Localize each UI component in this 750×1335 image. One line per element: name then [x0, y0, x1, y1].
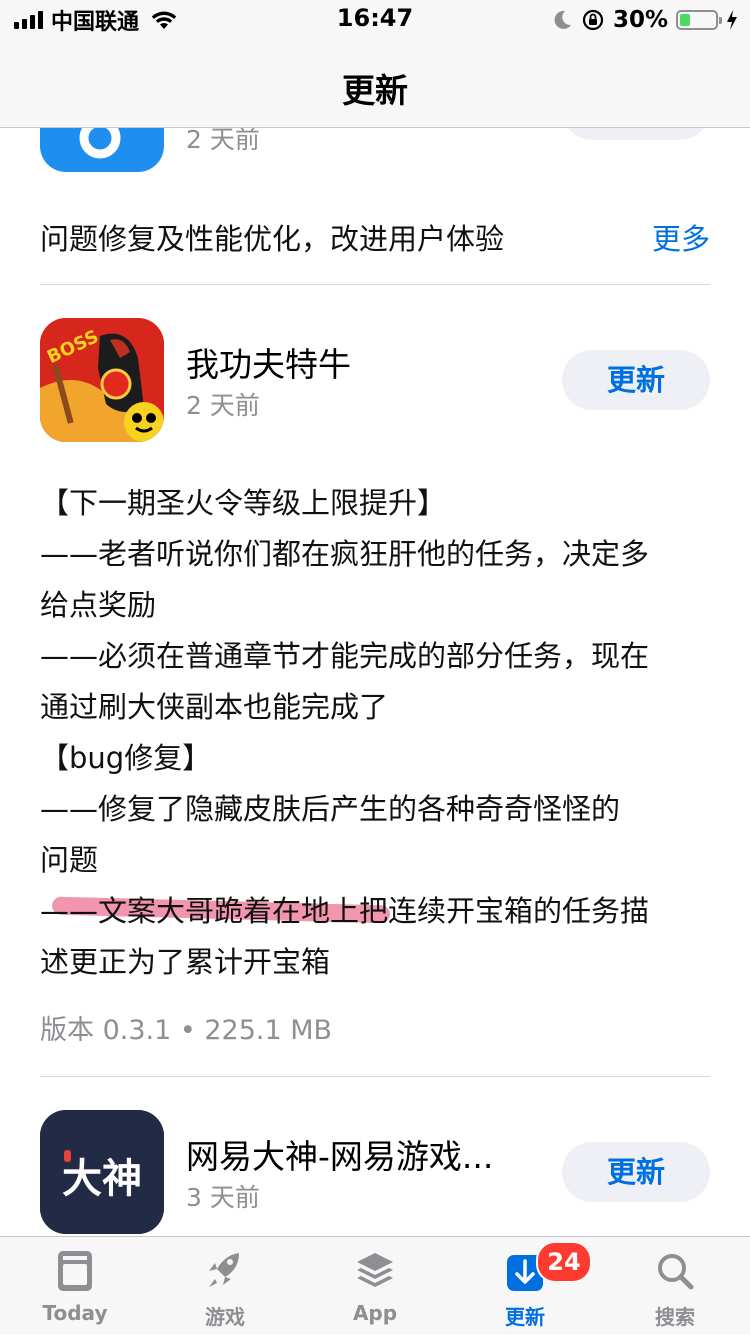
- release-note-line: 通过刷大侠副本也能完成了: [40, 690, 389, 724]
- navigation-bar: 更新: [0, 40, 750, 128]
- app-date: 2 天前: [186, 128, 260, 154]
- tab-label: 游戏: [205, 1305, 245, 1329]
- app-date: 2 天前: [186, 391, 260, 420]
- tab-label: 更新: [505, 1305, 545, 1329]
- rocket-icon: [209, 1253, 239, 1287]
- release-note-line: 问题: [40, 843, 99, 877]
- release-notes-preview: 问题修复及性能优化，改进用户体验: [40, 222, 505, 256]
- version-info: 版本 0.3.1 • 225.1 MB: [40, 1015, 333, 1046]
- update-button[interactable]: 更新: [562, 350, 710, 410]
- app-icon-dashen[interactable]: 大神: [40, 1110, 164, 1234]
- update-button[interactable]: 更新: [562, 1142, 710, 1202]
- divider: [40, 284, 710, 285]
- page-title: 更新: [342, 71, 408, 110]
- app-name[interactable]: 我功夫特牛: [186, 338, 351, 386]
- tab-label: Today: [42, 1301, 108, 1325]
- charging-bolt-icon: [727, 10, 737, 30]
- more-link[interactable]: 更多: [652, 216, 710, 258]
- app-icon-wogongfu[interactable]: BOSS: [40, 318, 164, 442]
- release-note-line: 述更正为了累计开宝箱: [40, 945, 331, 979]
- divider: [40, 1076, 710, 1077]
- status-bar: 中国联通 16:47 30%: [0, 0, 750, 40]
- layers-icon: [357, 1253, 393, 1287]
- release-note-line: 【下一期圣火令等级上限提升】: [40, 486, 447, 520]
- tab-today[interactable]: Today: [0, 1237, 150, 1335]
- rotation-lock-icon: [582, 9, 604, 31]
- update-button-top[interactable]: [562, 128, 710, 140]
- battery-percent: 30%: [612, 7, 668, 33]
- moon-icon: [554, 10, 571, 29]
- updates-count-badge: 24: [536, 1241, 592, 1283]
- app-icon-top[interactable]: [40, 128, 164, 172]
- release-note-line: ——文案大哥跪着在地上把连续开宝箱的任务描: [40, 894, 650, 928]
- app-name[interactable]: 网易大神-网易游戏...: [186, 1130, 493, 1178]
- today-icon: [58, 1251, 92, 1291]
- tab-bar: Today 游戏 App 更新 搜索: [0, 1236, 750, 1334]
- battery-level: [680, 14, 690, 26]
- updates-list[interactable]: 2 天前 问题修复及性能优化，改进用户体验 更多 BOSS 我功夫特牛 2 天前…: [0, 128, 750, 1236]
- status-right: 30%: [551, 6, 738, 34]
- tab-games[interactable]: 游戏: [150, 1237, 300, 1335]
- dashen-logo-text: 大神: [62, 1156, 142, 1202]
- battery-icon: [676, 10, 722, 30]
- tab-label: App: [352, 1301, 398, 1325]
- release-note-line: ——老者听说你们都在疯狂肝他的任务，决定多: [40, 537, 650, 571]
- search-icon: [658, 1254, 694, 1290]
- app-date: 3 天前: [186, 1183, 260, 1212]
- release-notes: 【下一期圣火令等级上限提升】 ——老者听说你们都在疯狂肝他的任务，决定多 给点奖…: [40, 478, 700, 988]
- release-note-line: 给点奖励: [40, 588, 157, 622]
- release-note-line: ——修复了隐藏皮肤后产生的各种奇奇怪怪的: [40, 792, 621, 826]
- release-note-line: 【bug修复】: [40, 741, 212, 775]
- release-note-line: ——必须在普通章节才能完成的部分任务，现在: [40, 639, 650, 673]
- tab-label: 搜索: [655, 1305, 695, 1329]
- tab-search[interactable]: 搜索: [600, 1237, 750, 1335]
- tab-apps[interactable]: App: [300, 1237, 450, 1335]
